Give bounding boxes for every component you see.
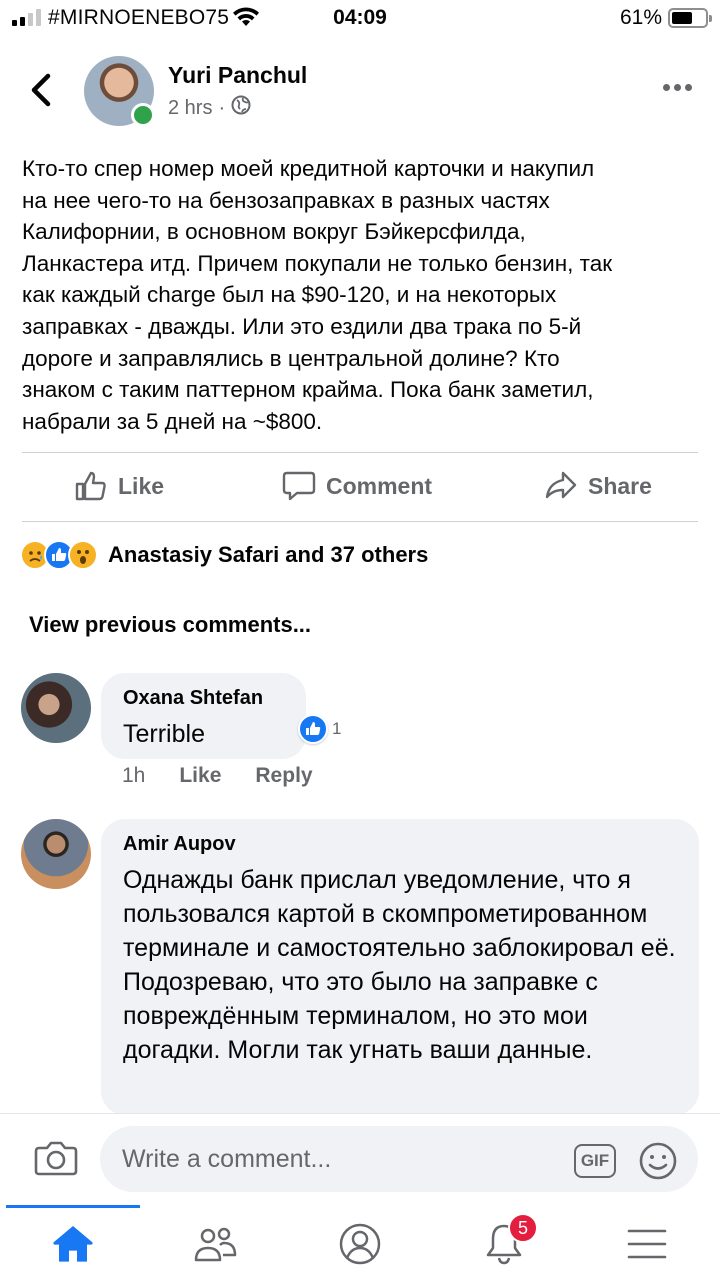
reaction-count: 1 <box>332 719 342 738</box>
friends-icon <box>194 1227 237 1262</box>
camera-icon <box>34 1141 78 1176</box>
comment-author[interactable]: Oxana Shtefan <box>123 687 263 710</box>
nav-profile[interactable] <box>330 1219 390 1269</box>
post-meta: 2 hrs · <box>168 95 251 121</box>
comment-author[interactable]: Amir Aupov <box>123 833 236 856</box>
dot-icon <box>685 84 692 91</box>
post-time[interactable]: 2 hrs <box>168 97 212 120</box>
bottom-navigation <box>0 1205 720 1280</box>
comment-reply-button[interactable]: Reply <box>255 764 312 788</box>
like-reaction-icon <box>298 714 328 744</box>
meta-separator: · <box>218 96 226 119</box>
reactions-text: Anastasiy Safari and 37 others <box>108 542 429 567</box>
wow-reaction-icon <box>68 540 98 570</box>
comment-text: Однажды банк прислал уведомление, что я … <box>123 866 676 1064</box>
comment-time: 1h <box>122 764 146 787</box>
like-label: Like <box>118 472 165 499</box>
globe-icon <box>231 95 251 121</box>
comment-bubble[interactable]: Amir Aupov Однажды банк прислал уведомле… <box>101 819 699 1115</box>
share-button[interactable]: Share <box>544 469 652 503</box>
post-body: Кто-то спер номер моей кредитной карточк… <box>22 156 613 434</box>
comment-text: Terrible <box>123 720 205 748</box>
share-icon <box>545 471 577 499</box>
home-icon <box>53 1226 93 1262</box>
notification-badge: 5 <box>508 1213 538 1243</box>
menu-icon <box>627 1229 667 1259</box>
comment-icon <box>282 471 316 501</box>
comment-bubble[interactable]: Oxana Shtefan Terrible <box>101 673 306 759</box>
comment-label: Comment <box>326 472 433 499</box>
battery-icon <box>668 8 712 28</box>
camera-button[interactable] <box>34 1138 78 1183</box>
thumbs-up-icon <box>75 471 106 501</box>
dot-icon <box>663 84 670 91</box>
divider <box>22 521 698 522</box>
share-label: Share <box>588 472 652 499</box>
like-button[interactable]: Like <box>74 469 164 503</box>
chevron-left-icon <box>31 73 51 107</box>
profile-icon <box>339 1223 381 1265</box>
dot-icon <box>674 84 681 91</box>
gif-button[interactable]: GIF <box>574 1144 616 1178</box>
clock: 04:09 <box>333 6 387 29</box>
nav-friends[interactable] <box>186 1219 246 1269</box>
online-indicator <box>131 103 155 127</box>
comment-composer: GIF <box>0 1113 720 1205</box>
comment-button[interactable]: Comment <box>282 469 432 503</box>
nav-menu[interactable] <box>617 1219 677 1269</box>
comment-reactions[interactable]: 1 <box>298 714 341 744</box>
comment-like-button[interactable]: Like <box>179 764 221 788</box>
active-tab-indicator <box>6 1205 140 1208</box>
emoji-button[interactable] <box>638 1141 678 1186</box>
battery-percent: 61% <box>619 6 662 29</box>
view-previous-comments[interactable]: View previous comments... <box>29 612 311 638</box>
status-bar: #MIRNOENEBO75 04:09 61% <box>0 0 720 40</box>
more-options-button[interactable] <box>663 84 692 91</box>
author-name[interactable]: Yuri Panchul <box>168 62 307 89</box>
commenter-avatar[interactable] <box>21 673 91 743</box>
reactions-summary[interactable]: Anastasiy Safari and 37 others <box>20 540 428 570</box>
back-button[interactable] <box>24 70 58 110</box>
nav-home[interactable] <box>43 1219 103 1269</box>
post-actions: Like Comment Share <box>0 455 720 521</box>
divider <box>22 452 698 453</box>
comment-footer: 1h Like Reply <box>122 764 313 788</box>
smiley-icon <box>639 1142 677 1180</box>
commenter-avatar[interactable] <box>21 819 91 889</box>
